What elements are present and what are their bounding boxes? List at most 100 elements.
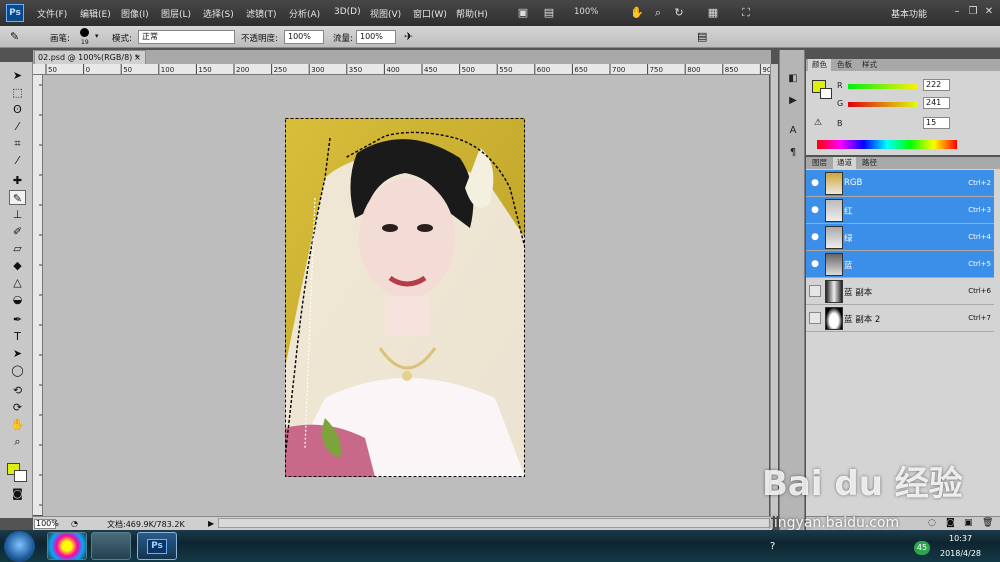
rotate-view-icon[interactable]: ↻ xyxy=(671,5,687,21)
quick-mask-icon[interactable]: ◙ xyxy=(9,486,26,501)
b-value-field[interactable]: 15 xyxy=(923,117,950,129)
paint-bucket-icon[interactable]: ◆ xyxy=(9,258,26,273)
blur-tool-icon[interactable]: △ xyxy=(9,275,26,290)
paragraph-icon[interactable]: ¶ xyxy=(785,146,801,160)
photo-canvas[interactable] xyxy=(285,118,525,477)
r-slider[interactable] xyxy=(848,84,918,89)
eye-icon[interactable]: ● xyxy=(809,177,821,189)
bridge-icon[interactable]: ▣ xyxy=(515,5,531,21)
taskbar-app-color-icon[interactable] xyxy=(47,532,87,560)
menu-layer[interactable]: 图层(L) xyxy=(161,7,191,20)
hand-tool-icon[interactable]: ✋ xyxy=(9,417,26,432)
zoom-icon[interactable]: ⌕ xyxy=(650,5,666,21)
histogram-icon[interactable]: ◧ xyxy=(785,72,801,86)
r-value-field[interactable]: 222 xyxy=(923,79,950,91)
color-spectrum-bar[interactable] xyxy=(817,140,957,149)
g-slider[interactable] xyxy=(848,102,918,107)
vertical-scrollbar[interactable] xyxy=(770,64,778,516)
menu-edit[interactable]: 编辑(E) xyxy=(80,7,111,20)
view-extras-icon[interactable]: ▤ xyxy=(541,5,557,21)
move-tool-icon[interactable]: ➤ xyxy=(9,68,26,83)
pen-tool-icon[interactable]: ✒ xyxy=(9,312,26,327)
channel-row-red[interactable]: ● 红 Ctrl+3 xyxy=(806,197,994,224)
tray-help-icon[interactable]: ? xyxy=(770,541,775,552)
gamut-warning-icon[interactable]: ⚠ xyxy=(814,118,822,128)
3d-rotate-icon[interactable]: ⟲ xyxy=(9,383,26,398)
load-selection-icon[interactable]: ◌ xyxy=(928,518,936,528)
eye-icon[interactable]: ● xyxy=(809,258,821,270)
status-menu-arrow-icon[interactable]: ▶ xyxy=(208,519,214,528)
type-tool-icon[interactable]: T xyxy=(9,329,26,344)
actions-icon[interactable]: ▶ xyxy=(785,94,801,108)
tray-badge[interactable]: 45 xyxy=(914,541,930,555)
path-select-icon[interactable]: ➤ xyxy=(9,346,26,361)
arrange-documents-icon[interactable]: ▦ xyxy=(705,5,721,21)
minimize-icon[interactable]: – xyxy=(950,5,964,19)
brush-tool-icon[interactable]: ✎ xyxy=(10,30,19,43)
b-slider[interactable] xyxy=(848,122,918,127)
menu-analysis[interactable]: 分析(A) xyxy=(289,7,320,20)
menu-image[interactable]: 图像(I) xyxy=(121,7,149,20)
brush-tool-icon[interactable]: ✎ xyxy=(9,190,26,205)
zoom-tool-icon[interactable]: ⌕ xyxy=(9,434,26,449)
eraser-tool-icon[interactable]: ▱ xyxy=(9,241,26,256)
clone-stamp-icon[interactable]: ⊥ xyxy=(9,207,26,222)
visibility-toggle[interactable] xyxy=(809,312,821,324)
tab-styles[interactable]: 样式 xyxy=(858,59,881,71)
3d-orbit-icon[interactable]: ⟳ xyxy=(9,400,26,415)
visibility-toggle[interactable] xyxy=(809,285,821,297)
shape-tool-icon[interactable]: ◯ xyxy=(9,363,26,378)
chevron-down-icon[interactable]: ▾ xyxy=(95,32,99,40)
channel-row-blue-copy[interactable]: 蓝 副本 Ctrl+6 xyxy=(806,278,994,305)
channel-row-blue-copy-2[interactable]: 蓝 副本 2 Ctrl+7 xyxy=(806,305,994,332)
start-button[interactable] xyxy=(4,531,35,562)
tab-layers[interactable]: 图层 xyxy=(808,157,831,169)
close-icon[interactable]: ✕ xyxy=(982,5,996,19)
new-channel-icon[interactable]: ▣ xyxy=(964,518,973,528)
workspace-switcher[interactable]: 基本功能 xyxy=(891,7,927,20)
restore-icon[interactable]: ❐ xyxy=(966,5,980,19)
menu-window[interactable]: 窗口(W) xyxy=(413,7,447,20)
document-tab[interactable]: 02.psd @ 100%(RGB/8) * × xyxy=(34,50,146,64)
brush-panel-icon[interactable]: ▤ xyxy=(697,30,707,43)
zoom-field[interactable]: 100% xyxy=(34,519,59,529)
channel-row-rgb[interactable]: ● RGB Ctrl+2 xyxy=(806,170,994,197)
menu-select[interactable]: 选择(S) xyxy=(203,7,234,20)
channel-row-green[interactable]: ● 绿 Ctrl+4 xyxy=(806,224,994,251)
channel-row-blue[interactable]: ● 蓝 Ctrl+5 xyxy=(806,251,994,278)
trash-icon[interactable]: 🗑 xyxy=(982,518,993,528)
airbrush-icon[interactable]: ✈ xyxy=(404,30,413,43)
mode-select[interactable]: 正常 xyxy=(138,30,235,44)
menu-view[interactable]: 视图(V) xyxy=(370,7,401,20)
menu-file[interactable]: 文件(F) xyxy=(37,7,67,20)
background-color-swatch[interactable] xyxy=(14,470,27,482)
taskbar-photoshop-button[interactable]: Ps xyxy=(137,532,177,560)
close-tab-icon[interactable]: × xyxy=(134,51,141,64)
flow-field[interactable]: 100% xyxy=(356,30,396,44)
save-selection-icon[interactable]: ◙ xyxy=(946,518,955,528)
character-icon[interactable]: A xyxy=(785,124,801,138)
horizontal-scrollbar[interactable] xyxy=(218,518,770,528)
marquee-tool-icon[interactable]: ⬚ xyxy=(9,85,26,100)
healing-brush-icon[interactable]: ✚ xyxy=(9,173,26,188)
menu-3d[interactable]: 3D(D) xyxy=(334,7,361,17)
hand-icon[interactable]: ✋ xyxy=(629,5,645,21)
tab-paths[interactable]: 路径 xyxy=(858,157,881,169)
system-clock[interactable]: 10:37 2018/4/28 xyxy=(940,534,981,558)
history-brush-icon[interactable]: ✐ xyxy=(9,224,26,239)
color-panel-background-swatch[interactable] xyxy=(820,88,832,99)
brush-preset-icon[interactable] xyxy=(80,28,89,37)
tab-channels[interactable]: 通道 xyxy=(833,157,856,169)
zoom-level-select[interactable]: 100% xyxy=(574,7,598,17)
quick-select-tool-icon[interactable]: ⁄ xyxy=(9,119,26,134)
eyedropper-tool-icon[interactable]: ⁄ xyxy=(9,153,26,168)
g-value-field[interactable]: 241 xyxy=(923,97,950,109)
tab-color[interactable]: 颜色 xyxy=(808,59,831,71)
taskbar-app-paint-icon[interactable] xyxy=(91,532,131,560)
menu-help[interactable]: 帮助(H) xyxy=(456,7,488,20)
eye-icon[interactable]: ● xyxy=(809,204,821,216)
tab-swatches[interactable]: 色板 xyxy=(833,59,856,71)
menu-filter[interactable]: 滤镜(T) xyxy=(246,7,277,20)
screen-mode-icon[interactable]: ⛶ xyxy=(738,5,754,21)
crop-tool-icon[interactable]: ⌗ xyxy=(9,136,26,151)
